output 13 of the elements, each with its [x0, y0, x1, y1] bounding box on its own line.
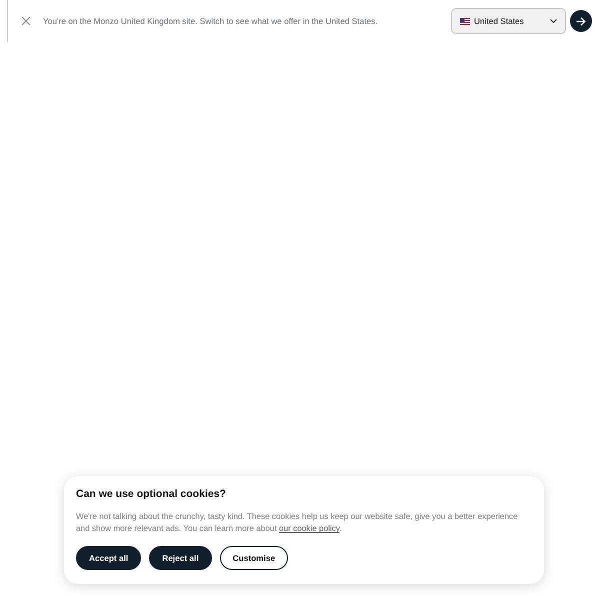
dialog-text: We're not talking about the crunchy, tasty kind. These cookies help us keep our website safe, give you a better experience and show more relevant ads. You can learn more about our cookie policy. [76, 510, 519, 536]
dialog-button[interactable]: Customise [220, 546, 288, 570]
arrow-right-icon [576, 16, 586, 26]
country-select[interactable]: United States [451, 8, 566, 34]
cookie-policy-link[interactable]: our cookie policy [279, 524, 340, 534]
banner-message: You're on the Monzo United Kingdom site. Switch to see what we offer in the United States. [43, 14, 379, 28]
dialog-button[interactable]: Accept all [76, 546, 142, 570]
chevron-down-icon [550, 19, 557, 23]
dialog-button[interactable]: Reject all [149, 546, 212, 570]
go-button[interactable] [570, 10, 592, 32]
flag-icon [460, 18, 470, 24]
close-icon[interactable] [22, 17, 30, 25]
dialog-title: Can we use optional cookies? [76, 487, 227, 502]
